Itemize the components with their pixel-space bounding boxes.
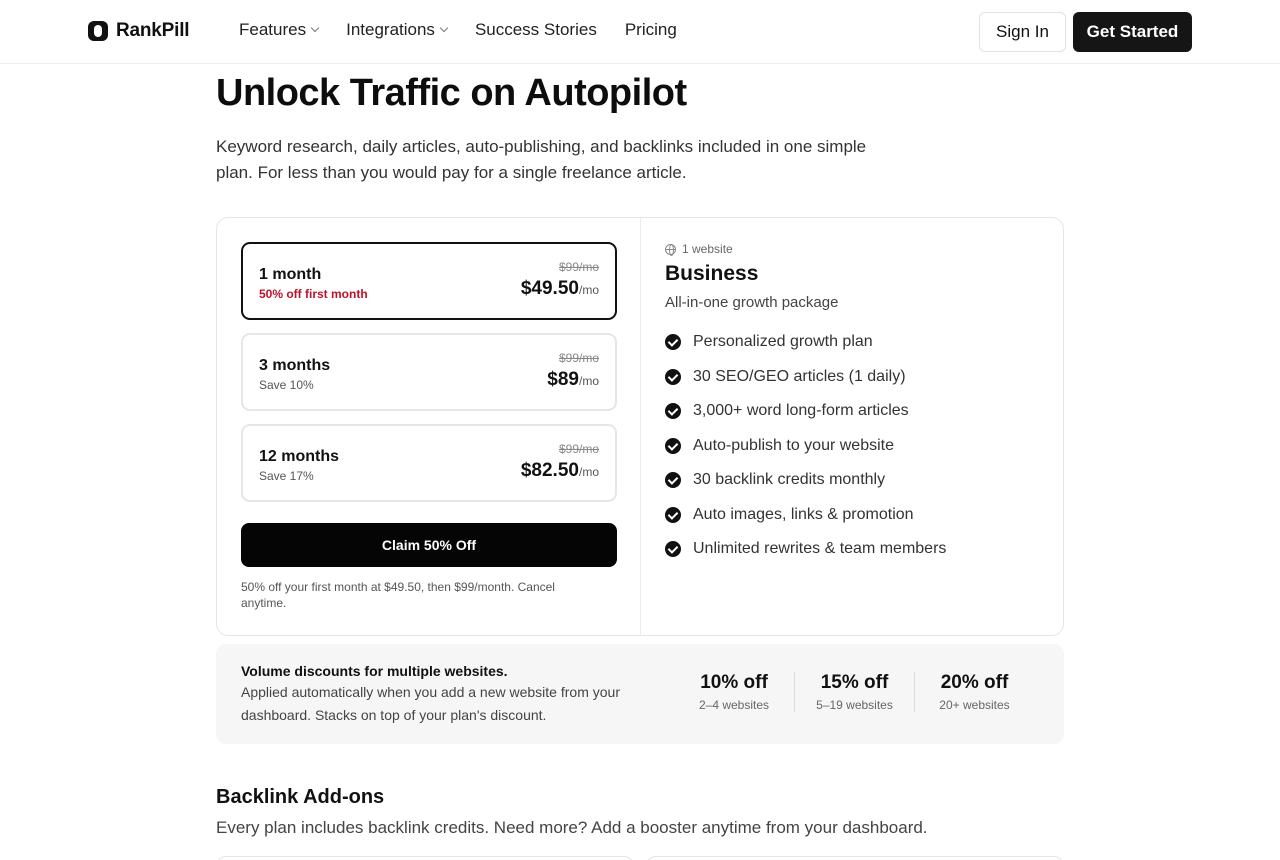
feature-label: Auto-publish to your website — [693, 436, 894, 454]
backlink-addon-card[interactable] — [646, 856, 1064, 860]
check-circle-icon — [665, 403, 681, 420]
feature-item: 30 SEO/GEO articles (1 daily) — [665, 360, 1045, 395]
claim-discount-button[interactable]: Claim 50% Off — [241, 523, 617, 567]
main-nav: Features Integrations Success Stories Pr… — [239, 20, 677, 40]
chevron-down-icon — [439, 23, 449, 33]
feature-item: 3,000+ word long-form articles — [665, 394, 1045, 429]
plan-price: $82.50/mo — [521, 460, 599, 482]
nav-item-pricing[interactable]: Pricing — [625, 20, 677, 40]
tier-range: 5–19 websites — [816, 698, 893, 712]
plan-price-unit: /mo — [578, 465, 599, 479]
site-count-label: 1 website — [682, 242, 733, 256]
nav-item-success-stories[interactable]: Success Stories — [475, 20, 597, 40]
feature-label: Auto images, links & promotion — [693, 505, 914, 523]
volume-discounts-description: Applied automatically when you add a new… — [241, 684, 620, 723]
plan-title: Business — [665, 262, 759, 285]
nav-item-label: Pricing — [624, 20, 677, 39]
tier-percent: 10% off — [700, 672, 768, 693]
feature-item: 30 backlink credits monthly — [665, 463, 1045, 498]
plan-details: 1 website Business All-in-one growth pac… — [665, 242, 1045, 567]
discount-tier: 15% off 5–19 websites — [794, 672, 914, 712]
feature-label: Unlimited rewrites & team members — [693, 540, 947, 558]
tier-range: 2–4 websites — [698, 698, 770, 712]
plan-price-value: $82.50 — [520, 460, 579, 481]
plan-subtitle: All-in-one growth package — [665, 294, 839, 311]
check-circle-icon — [665, 334, 681, 351]
plan-name: 3 months — [259, 357, 331, 374]
volume-discounts-panel: Volume discounts for multiple websites. … — [216, 644, 1064, 744]
nav-item-label: Features — [239, 20, 307, 39]
discount-tier: 10% off 2–4 websites — [674, 672, 794, 712]
billing-period-selector: 1 month 50% off first month $99/mo $49.5… — [217, 218, 641, 635]
plan-option-12-months[interactable]: 12 months Save 17% $99/mo $82.50/mo — [241, 424, 617, 502]
plan-price-value: $49.50 — [520, 278, 579, 299]
pricing-card: 1 month 50% off first month $99/mo $49.5… — [216, 217, 1064, 636]
plan-option-1-month[interactable]: 1 month 50% off first month $99/mo $49.5… — [241, 242, 617, 320]
tier-percent: 15% off — [820, 672, 889, 693]
discount-tiers: 10% off 2–4 websites 15% off 5–19 websit… — [674, 672, 1034, 712]
nav-item-integrations[interactable]: Integrations — [346, 20, 449, 40]
backlink-addon-card[interactable] — [216, 856, 634, 860]
page-subtitle: Keyword research, daily articles, auto-p… — [216, 137, 867, 182]
check-circle-icon — [665, 541, 681, 558]
volume-discounts-title: Volume discounts for multiple websites. — [241, 663, 508, 679]
site-header: RankPill Features Integrations Success S… — [0, 0, 1280, 64]
page-title: Unlock Traffic on Autopilot — [216, 72, 687, 114]
feature-label: Personalized growth plan — [693, 333, 873, 351]
plan-price-unit: /mo — [578, 283, 599, 297]
plan-savings-note: Save 17% — [259, 469, 314, 483]
check-circle-icon — [665, 437, 681, 454]
backlink-addons-subtitle: Every plan includes backlink credits. Ne… — [216, 818, 928, 837]
tier-percent: 20% off — [940, 672, 1009, 693]
sign-in-button[interactable]: Sign In — [979, 12, 1066, 52]
plan-original-price: $99/mo — [558, 260, 599, 274]
billing-terms-note: 50% off your first month at $49.50, then… — [241, 580, 555, 610]
check-circle-icon — [665, 506, 681, 523]
check-circle-icon — [665, 368, 681, 385]
logo-text: RankPill — [116, 20, 190, 41]
backlink-addons-title: Backlink Add-ons — [216, 786, 385, 808]
get-started-button[interactable]: Get Started — [1073, 12, 1192, 52]
feature-label: 30 backlink credits monthly — [693, 471, 886, 489]
feature-item: Unlimited rewrites & team members — [665, 532, 1045, 567]
globe-icon — [665, 243, 676, 256]
plan-original-price: $99/mo — [558, 351, 599, 365]
feature-item: Auto-publish to your website — [665, 429, 1045, 464]
plan-option-3-months[interactable]: 3 months Save 10% $99/mo $89/mo — [241, 333, 617, 411]
plan-name: 12 months — [259, 448, 340, 465]
check-circle-icon — [665, 472, 681, 489]
plan-savings-note: Save 10% — [259, 378, 314, 392]
feature-item: Personalized growth plan — [665, 325, 1045, 360]
nav-item-label: Success Stories — [474, 20, 597, 39]
plan-price-value: $89 — [547, 369, 579, 390]
plan-name: 1 month — [259, 266, 322, 283]
plan-price-unit: /mo — [578, 374, 599, 388]
nav-item-features[interactable]: Features — [239, 20, 320, 40]
site-count: 1 website — [665, 242, 1045, 256]
nav-item-label: Integrations — [346, 20, 435, 39]
plan-price: $89/mo — [547, 369, 599, 391]
plan-promo-note: 50% off first month — [259, 287, 368, 301]
feature-item: Auto images, links & promotion — [665, 498, 1045, 533]
plan-price: $49.50/mo — [521, 278, 599, 300]
chevron-down-icon — [310, 23, 320, 33]
feature-list: Personalized growth plan 30 SEO/GEO arti… — [665, 325, 1045, 567]
logo-link[interactable]: RankPill — [88, 20, 190, 42]
feature-label: 30 SEO/GEO articles (1 daily) — [693, 367, 906, 385]
discount-tier: 20% off 20+ websites — [914, 672, 1034, 712]
rankpill-logo-icon — [88, 21, 108, 41]
tier-range: 20+ websites — [939, 698, 1010, 712]
feature-label: 3,000+ word long-form articles — [693, 402, 909, 420]
plan-original-price: $99/mo — [558, 442, 599, 456]
